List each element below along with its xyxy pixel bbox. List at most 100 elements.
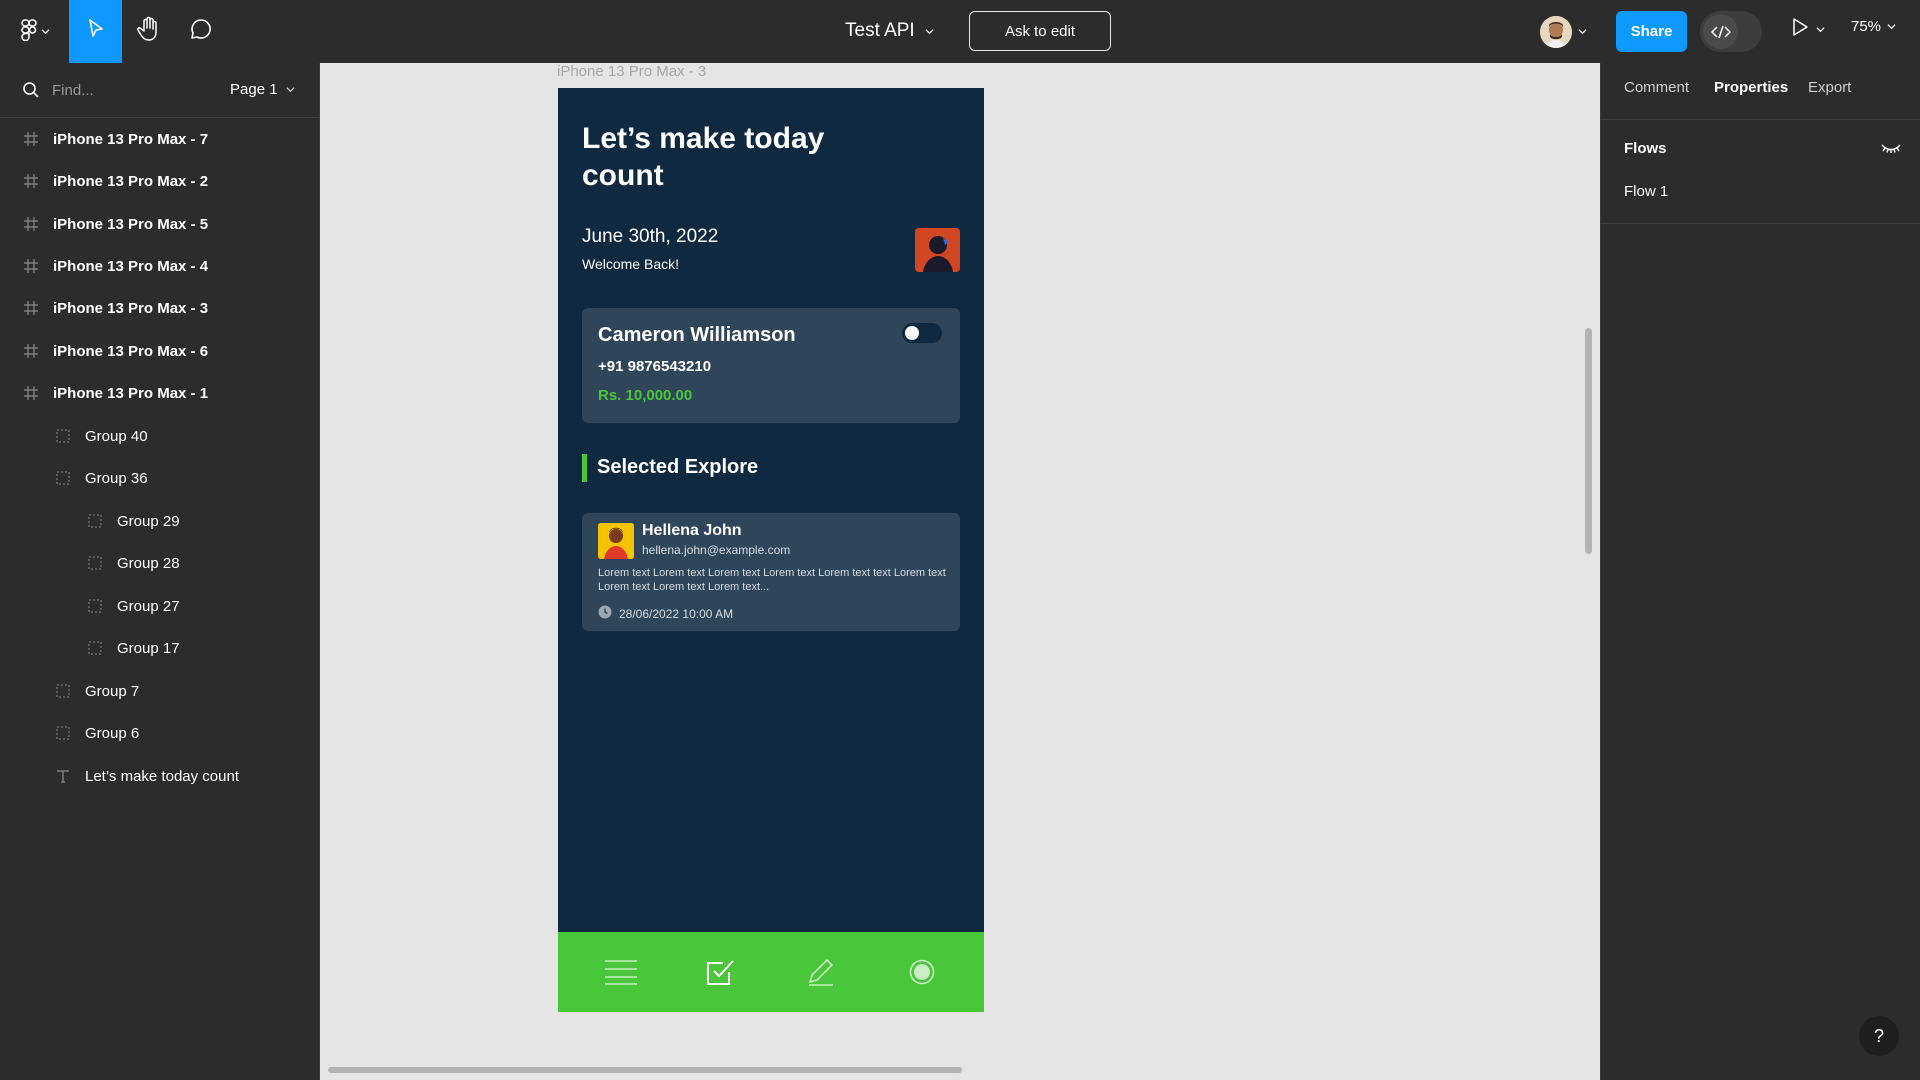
top-toolbar: Test API Ask to edit Share 75% xyxy=(0,0,1920,63)
account-card[interactable]: Cameron Williamson +91 9876543210 Rs. 10… xyxy=(582,308,960,423)
layer-label: Group 7 xyxy=(85,682,140,700)
explore-card[interactable]: Hellena John hellena.john@example.com Lo… xyxy=(582,513,960,631)
file-title-menu[interactable]: Test API xyxy=(845,19,934,43)
datetime-text: 28/06/2022 10:00 AM xyxy=(619,606,734,621)
layer-group[interactable]: Group 7 xyxy=(0,671,319,711)
chevron-down-icon xyxy=(1887,18,1896,35)
file-title: Test API xyxy=(845,20,915,41)
layer-label: iPhone 13 Pro Max - 6 xyxy=(53,342,209,360)
layer-label: iPhone 13 Pro Max - 5 xyxy=(53,215,209,233)
layer-group[interactable]: Group 28 xyxy=(0,543,319,583)
layer-label: iPhone 13 Pro Max - 1 xyxy=(53,384,209,402)
clock-icon xyxy=(598,605,612,622)
layers-search-input[interactable] xyxy=(52,79,202,101)
layer-label: iPhone 13 Pro Max - 4 xyxy=(53,257,209,275)
cursor-arrow-icon xyxy=(86,18,106,45)
contact-name: Hellena John xyxy=(642,522,742,539)
tab-export[interactable]: Export xyxy=(1808,79,1851,96)
welcome-text: Welcome Back! xyxy=(582,256,679,272)
ask-to-edit-button[interactable]: Ask to edit xyxy=(969,11,1111,51)
chevron-down-icon xyxy=(925,20,934,42)
hand-icon xyxy=(137,16,161,47)
frame-hash-icon xyxy=(23,385,39,401)
layer-frame[interactable]: iPhone 13 Pro Max - 6 xyxy=(0,331,319,371)
layer-frame[interactable]: iPhone 13 Pro Max - 7 xyxy=(0,119,319,159)
layer-group[interactable]: Group 6 xyxy=(0,713,319,753)
pencil-icon[interactable] xyxy=(804,956,838,988)
layer-frame[interactable]: iPhone 13 Pro Max - 5 xyxy=(0,204,319,244)
tab-comment[interactable]: Comment xyxy=(1624,79,1689,96)
dev-mode-toggle[interactable] xyxy=(1700,11,1762,52)
profile-image xyxy=(915,228,960,272)
layer-group[interactable]: Group 29 xyxy=(0,501,319,541)
layer-label: Group 36 xyxy=(85,469,148,487)
search-icon xyxy=(22,81,40,104)
checkbox-icon[interactable] xyxy=(703,956,737,988)
contact-avatar xyxy=(598,523,634,559)
chevron-down-icon xyxy=(1578,23,1587,41)
properties-panel: Comment Properties Export Flows Flow 1 ? xyxy=(1600,63,1920,1080)
comment-tool-button[interactable] xyxy=(180,0,222,63)
toggle-knob xyxy=(905,326,919,340)
hide-eye-icon[interactable] xyxy=(1881,141,1901,159)
layer-text[interactable]: Let’s make today count xyxy=(0,756,319,796)
play-icon xyxy=(1792,18,1808,41)
zoom-level: 75% xyxy=(1851,18,1882,35)
vertical-scrollbar[interactable] xyxy=(1585,328,1592,554)
chevron-down-icon xyxy=(40,23,50,41)
account-toggle[interactable] xyxy=(902,323,942,343)
page-selector[interactable]: Page 1 xyxy=(230,81,295,98)
share-button[interactable]: Share xyxy=(1616,11,1687,52)
layer-label: Group 40 xyxy=(85,427,148,445)
frame-hash-icon xyxy=(23,258,39,274)
flow-item[interactable]: Flow 1 xyxy=(1624,183,1668,200)
contact-datetime: 28/06/2022 10:00 AM xyxy=(598,605,733,622)
present-button[interactable] xyxy=(1792,18,1825,41)
move-tool-button[interactable] xyxy=(69,0,122,63)
layer-label: Group 6 xyxy=(85,724,140,742)
panel-divider xyxy=(1601,119,1920,120)
group-dashed-icon xyxy=(55,725,71,741)
layers-search-row: Page 1 xyxy=(0,63,319,118)
avatar xyxy=(1540,16,1572,48)
frame-label[interactable]: iPhone 13 Pro Max - 3 xyxy=(557,63,706,80)
layer-frame[interactable]: iPhone 13 Pro Max - 2 xyxy=(0,161,319,201)
page-name: Page 1 xyxy=(230,81,278,98)
horizontal-scrollbar[interactable] xyxy=(328,1067,962,1073)
tab-properties[interactable]: Properties xyxy=(1714,79,1788,96)
zoom-menu[interactable]: 75% xyxy=(1851,18,1896,35)
contact-description: Lorem text Lorem text Lorem text Lorem t… xyxy=(598,567,946,593)
design-canvas[interactable]: iPhone 13 Pro Max - 3 Let’s make today c… xyxy=(320,63,1600,1080)
layer-frame[interactable]: iPhone 13 Pro Max - 3 xyxy=(0,288,319,328)
date-text: June 30th, 2022 xyxy=(582,226,719,247)
radio-icon[interactable] xyxy=(905,956,939,988)
group-dashed-icon xyxy=(87,598,103,614)
chevron-down-icon xyxy=(286,81,295,98)
user-menu[interactable] xyxy=(1540,14,1587,50)
group-dashed-icon xyxy=(87,513,103,529)
main-menu-button[interactable] xyxy=(14,14,56,50)
section-accent-bar xyxy=(582,454,587,482)
group-dashed-icon xyxy=(87,555,103,571)
layer-label: Group 17 xyxy=(117,639,180,657)
layer-label: Group 28 xyxy=(117,554,180,572)
phone-frame[interactable]: Let’s make today count June 30th, 2022 W… xyxy=(558,88,984,1012)
layer-frame[interactable]: iPhone 13 Pro Max - 1 xyxy=(0,373,319,413)
hand-tool-button[interactable] xyxy=(128,0,170,63)
account-phone: +91 9876543210 xyxy=(598,358,712,375)
layer-group[interactable]: Group 36 xyxy=(0,458,319,498)
menu-icon[interactable] xyxy=(604,956,638,988)
frame-hash-icon xyxy=(23,343,39,359)
group-dashed-icon xyxy=(87,640,103,656)
help-button[interactable]: ? xyxy=(1859,1016,1899,1056)
group-dashed-icon xyxy=(55,683,71,699)
text-t-icon xyxy=(55,768,71,784)
bottom-navigation xyxy=(558,932,984,1012)
layer-label: iPhone 13 Pro Max - 3 xyxy=(53,299,209,317)
layer-group[interactable]: Group 40 xyxy=(0,416,319,456)
layer-group[interactable]: Group 17 xyxy=(0,628,319,668)
chevron-down-icon xyxy=(1816,21,1825,39)
layer-group[interactable]: Group 27 xyxy=(0,586,319,626)
layer-frame[interactable]: iPhone 13 Pro Max - 4 xyxy=(0,246,319,286)
frame-hash-icon xyxy=(23,216,39,232)
